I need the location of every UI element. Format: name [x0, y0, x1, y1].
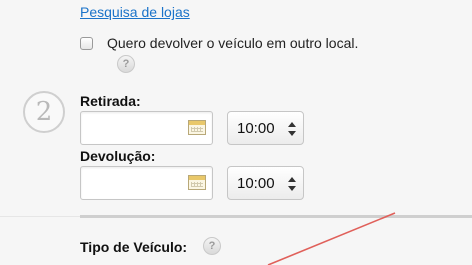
booking-panel: Pesquisa de lojas Quero devolver o veícu… [0, 0, 472, 265]
booking-page: Pesquisa de lojas Quero devolver o veícu… [0, 0, 472, 265]
annotation-arrow-line [267, 212, 396, 265]
